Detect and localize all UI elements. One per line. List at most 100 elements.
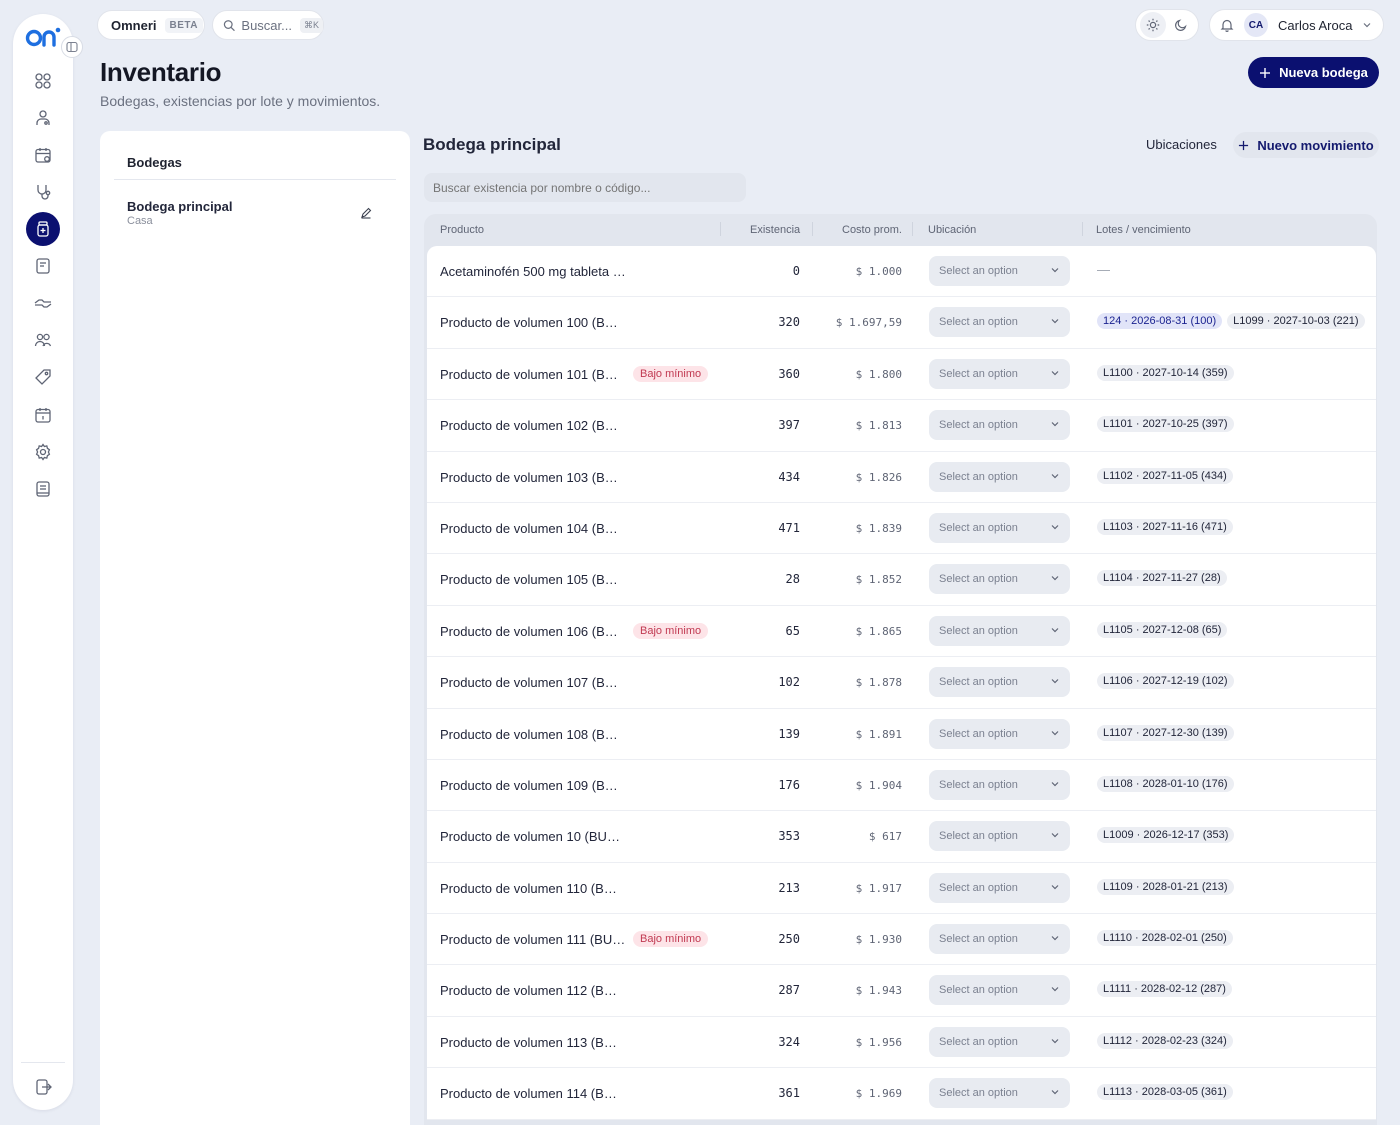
stock-quantity: 397 <box>778 418 800 433</box>
average-cost: $ 1.813 <box>855 419 902 433</box>
plus-icon <box>1239 140 1249 150</box>
table-row[interactable]: Producto de volumen 104 (BUL... 471 $ 1.83… <box>427 503 1376 555</box>
sidebar-item-docs[interactable] <box>26 472 60 506</box>
location-select[interactable]: Select an option <box>929 1078 1070 1109</box>
location-select[interactable]: Select an option <box>929 615 1070 646</box>
location-select[interactable]: Select an option <box>929 358 1070 389</box>
omneri-logo[interactable] <box>25 26 61 48</box>
location-select[interactable]: Select an option <box>929 821 1070 852</box>
sidebar-item-consultations[interactable] <box>26 175 60 209</box>
stock-quantity: 0 <box>792 264 800 278</box>
location-select[interactable]: Select an option <box>929 769 1070 800</box>
table-row[interactable]: Producto de volumen 103 (BUL... 434 $ 1.82… <box>427 452 1376 503</box>
location-select[interactable]: Select an option <box>929 307 1070 338</box>
location-select-value: Select an option <box>939 933 1018 946</box>
sidebar-toggle-button[interactable] <box>61 36 83 58</box>
average-cost: $ 1.839 <box>855 521 902 535</box>
table-row[interactable]: Producto de volumen 105 (BUL... 28 $ 1.852… <box>427 554 1376 606</box>
sidebar <box>13 14 83 1110</box>
new-movement-button[interactable]: Nuevo movimiento <box>1233 132 1379 158</box>
sidebar-item-agreements[interactable] <box>26 286 60 320</box>
location-select[interactable]: Select an option <box>929 975 1070 1006</box>
table-row[interactable]: Producto de volumen 101 (BUL... Bajo míni… <box>427 349 1376 401</box>
sun-icon <box>1146 18 1160 32</box>
table-row[interactable]: Producto de volumen 113 (BUL... 324 $ 1.95… <box>427 1017 1376 1069</box>
location-select-value: Select an option <box>939 1035 1018 1048</box>
settings-icon <box>35 443 51 461</box>
table-row[interactable]: Producto de volumen 107 (BUL... 102 $ 1.87… <box>427 657 1376 709</box>
location-select[interactable]: Select an option <box>929 564 1070 595</box>
location-select[interactable]: Select an option <box>929 1026 1070 1057</box>
table-row[interactable]: Acetaminofén 500 mg tableta (... 0 $ 1.000… <box>427 246 1376 298</box>
warehouse-name: Bodega principal <box>127 199 233 214</box>
sidebar-item-appointments[interactable] <box>26 138 60 172</box>
location-select[interactable]: Select an option <box>929 872 1070 903</box>
sidebar-item-settings[interactable] <box>26 435 60 469</box>
average-cost: $ 1.917 <box>855 881 902 895</box>
average-cost: $ 1.904 <box>855 778 902 792</box>
product-name: Producto de volumen 109 (BUL... <box>440 777 626 793</box>
column-header-stock: Existencia <box>750 224 801 236</box>
chevron-down-icon <box>1051 679 1059 684</box>
product-name: Producto de volumen 107 (BUL... <box>440 675 626 691</box>
locations-button[interactable]: Ubicaciones <box>1146 137 1217 152</box>
table-row[interactable]: Producto de volumen 114 (BUL... 361 $ 1.96… <box>427 1068 1376 1120</box>
stethoscope-icon <box>37 185 51 200</box>
bell-icon[interactable] <box>1220 18 1234 32</box>
moon-icon <box>1175 19 1187 31</box>
chevron-down-icon <box>1051 833 1059 838</box>
sidebar-item-pricing[interactable] <box>26 360 60 394</box>
stock-quantity: 361 <box>778 1086 800 1101</box>
table-row[interactable]: Producto de volumen 10 (BULK... 353 $ 617 S… <box>427 811 1376 863</box>
location-select[interactable]: Select an option <box>929 924 1070 955</box>
brand-badge[interactable]: Omneri BETA <box>97 10 205 40</box>
light-theme-button[interactable] <box>1140 12 1166 38</box>
lot-badge: L1102 · 2027-11-05 (434) <box>1097 467 1233 484</box>
location-select[interactable]: Select an option <box>929 256 1070 286</box>
chevron-down-icon <box>1051 473 1059 478</box>
table-row[interactable]: Producto de volumen 111 (BUL... Bajo míni… <box>427 914 1376 966</box>
average-cost: $ 1.826 <box>855 470 902 484</box>
location-select[interactable]: Select an option <box>929 410 1070 441</box>
location-select-value: Select an option <box>939 778 1018 791</box>
table-row[interactable]: Producto de volumen 100 (BUL... 320 $ 1.69… <box>427 297 1376 349</box>
beta-badge: BETA <box>164 17 203 33</box>
location-select[interactable]: Select an option <box>929 512 1070 543</box>
logout-button[interactable] <box>26 1070 60 1104</box>
lots-list: L1101 · 2027-10-25 (397) <box>1097 416 1234 433</box>
sidebar-item-records[interactable] <box>26 249 60 283</box>
table-row[interactable]: Producto de volumen 110 (BUL... 213 $ 1.91… <box>427 863 1376 915</box>
plus-icon <box>1260 67 1271 78</box>
product-name: Producto de volumen 111 (BUL... <box>440 932 626 948</box>
stock-quantity: 324 <box>778 1034 800 1049</box>
global-search-button[interactable]: Buscar... ⌘K <box>212 10 324 40</box>
dark-theme-button[interactable] <box>1168 12 1194 38</box>
sidebar-item-team[interactable] <box>26 323 60 357</box>
sidebar-item-patients[interactable] <box>26 101 60 135</box>
lot-badge: L1101 · 2027-10-25 (397) <box>1097 416 1234 433</box>
table-row[interactable]: Producto de volumen 106 (BUL... Bajo míni… <box>427 606 1376 658</box>
lots-list: L1107 · 2027-12-30 (139) <box>1097 724 1234 741</box>
user-menu[interactable]: CA Carlos Aroca <box>1209 9 1384 41</box>
location-select[interactable]: Select an option <box>929 718 1070 749</box>
table-row[interactable]: Producto de volumen 102 (BUL... 397 $ 1.81… <box>427 400 1376 452</box>
table-row[interactable]: Producto de volumen 112 (BUL... 287 $ 1.94… <box>427 965 1376 1017</box>
table-row[interactable]: Producto de volumen 109 (BUL... 176 $ 1.90… <box>427 760 1376 812</box>
table-body: Acetaminofén 500 mg tableta (... 0 $ 1.000… <box>427 246 1376 1120</box>
sidebar-item-dashboard[interactable] <box>26 64 60 98</box>
location-select[interactable]: Select an option <box>929 667 1070 698</box>
edit-icon[interactable] <box>360 207 372 219</box>
average-cost: $ 1.969 <box>855 1087 902 1101</box>
stock-quantity: 360 <box>778 366 800 381</box>
location-select-value: Select an option <box>939 521 1018 534</box>
product-name: Producto de volumen 112 (BUL... <box>440 983 626 999</box>
location-select[interactable]: Select an option <box>929 461 1070 492</box>
product-name: Producto de volumen 103 (BUL... <box>440 469 626 485</box>
sidebar-item-inventory[interactable] <box>26 212 60 246</box>
low-stock-badge: Bajo mínimo <box>633 931 709 948</box>
stock-search-input[interactable] <box>424 173 746 202</box>
sidebar-item-calendar[interactable] <box>26 398 60 432</box>
column-divider <box>912 222 913 236</box>
new-warehouse-button[interactable]: Nueva bodega <box>1248 57 1379 88</box>
table-row[interactable]: Producto de volumen 108 (BUL... 139 $ 1.89… <box>427 709 1376 760</box>
